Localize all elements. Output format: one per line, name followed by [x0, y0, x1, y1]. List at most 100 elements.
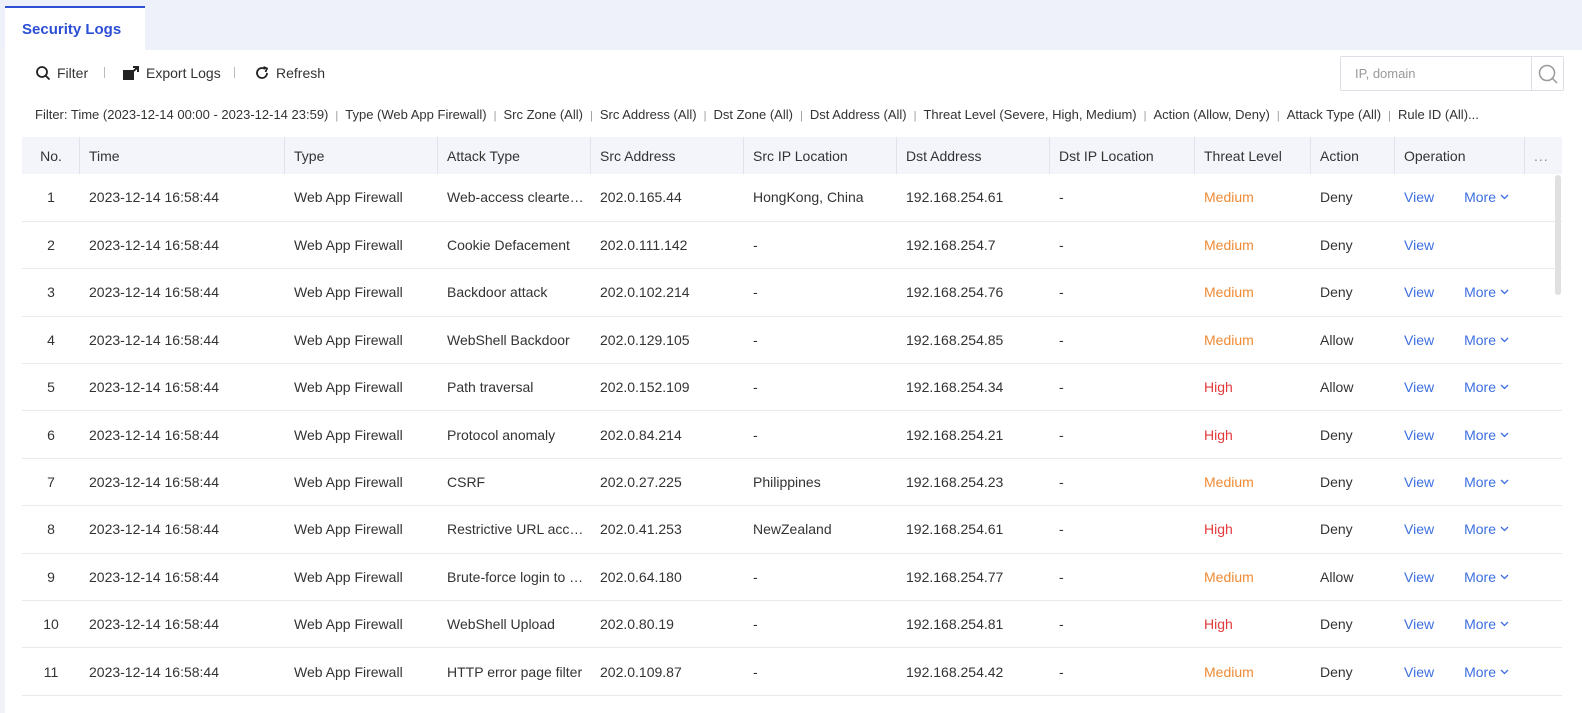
col-attack-type[interactable]: Attack Type	[438, 137, 591, 174]
cell-no: 10	[43, 616, 59, 633]
filter-dst-address: Dst Address (All)	[809, 107, 907, 122]
cell-empty	[1525, 364, 1562, 411]
divider	[104, 67, 105, 78]
more-dropdown[interactable]: More	[1464, 569, 1509, 585]
cell-action: Deny	[1320, 616, 1353, 633]
cell-action: Deny	[1320, 426, 1353, 443]
view-link[interactable]: View	[1404, 237, 1434, 253]
chevron-down-icon	[1500, 290, 1509, 295]
cell-dst-address: 192.168.254.21	[906, 426, 1004, 443]
cell-attack-type: Path traversal	[447, 379, 534, 396]
cell-src-address: 202.0.102.214	[600, 284, 690, 301]
col-src-address[interactable]: Src Address	[591, 137, 744, 174]
view-link[interactable]: View	[1404, 664, 1434, 680]
more-dropdown[interactable]: More	[1464, 284, 1509, 300]
cell-src-ip-location: -	[753, 284, 758, 301]
view-link[interactable]: View	[1404, 521, 1434, 537]
table-row[interactable]: 5 2023-12-14 16:58:44 Web App Firewall Path…	[22, 364, 1562, 411]
more-dropdown[interactable]: More	[1464, 379, 1509, 395]
more-dropdown[interactable]: More	[1464, 616, 1509, 632]
cell-empty	[1525, 411, 1562, 458]
more-label: More	[1464, 568, 1496, 585]
vertical-scrollbar[interactable]	[1555, 175, 1561, 295]
view-link[interactable]: View	[1404, 427, 1434, 443]
more-dropdown[interactable]: More	[1464, 427, 1509, 443]
cell-src-ip-location: HongKong, China	[753, 189, 864, 206]
cell-time: 2023-12-14 16:58:44	[89, 663, 219, 680]
more-label: More	[1464, 616, 1496, 633]
cell-threat-level: Medium	[1204, 284, 1254, 301]
more-dropdown[interactable]: More	[1464, 189, 1509, 205]
view-link[interactable]: View	[1404, 332, 1434, 348]
col-threat-level[interactable]: Threat Level	[1195, 137, 1311, 174]
column-settings-button[interactable]: ...	[1525, 137, 1562, 174]
table-row[interactable]: 7 2023-12-14 16:58:44 Web App Firewall CSRF…	[22, 458, 1562, 506]
cell-dst-ip-location: -	[1059, 616, 1064, 633]
more-dropdown[interactable]: More	[1464, 332, 1509, 348]
more-dropdown[interactable]: More	[1464, 664, 1509, 680]
tab-security-logs[interactable]: Security Logs	[5, 6, 145, 50]
col-type[interactable]: Type	[285, 137, 438, 174]
cell-dst-address: 192.168.254.81	[906, 616, 1004, 633]
table-row[interactable]: 4 2023-12-14 16:58:44 Web App Firewall WebS…	[22, 316, 1562, 364]
more-dropdown[interactable]: More	[1464, 521, 1509, 537]
cell-src-address: 202.0.152.109	[600, 379, 690, 396]
cell-dst-address: 192.168.254.76	[906, 284, 1004, 301]
col-no[interactable]: No.	[22, 137, 80, 174]
col-dst-ip-location[interactable]: Dst IP Location	[1050, 137, 1195, 174]
chevron-down-icon	[1500, 432, 1509, 438]
filter-button[interactable]: Filter	[35, 62, 88, 84]
cell-src-address: 202.0.64.180	[600, 568, 682, 585]
view-link[interactable]: View	[1404, 189, 1434, 205]
cell-action: Deny	[1320, 521, 1353, 538]
refresh-button[interactable]: Refresh	[254, 62, 325, 84]
filter-label: Filter	[57, 65, 89, 81]
cell-attack-type: Backdoor attack	[447, 284, 548, 301]
table-row[interactable]: 9 2023-12-14 16:58:44 Web App Firewall Brut…	[22, 553, 1562, 601]
search-box	[1340, 56, 1564, 91]
export-logs-button[interactable]: Export Logs	[122, 62, 221, 84]
cell-src-address: 202.0.27.225	[600, 474, 682, 491]
more-label: More	[1464, 474, 1496, 491]
cell-operation: View	[1395, 221, 1525, 268]
filter-time: Filter: Time (2023-12-14 00:00 - 2023-12…	[35, 107, 329, 122]
view-link[interactable]: View	[1404, 569, 1434, 585]
cell-dst-ip-location: -	[1059, 237, 1064, 254]
cell-type: Web App Firewall	[294, 189, 403, 206]
cell-action: Allow	[1320, 568, 1354, 585]
col-src-ip-location[interactable]: Src IP Location	[744, 137, 897, 174]
cell-type: Web App Firewall	[294, 379, 403, 396]
col-action[interactable]: Action	[1311, 137, 1395, 174]
table-row[interactable]: 11 2023-12-14 16:58:44 Web App Firewall HTT…	[22, 648, 1562, 696]
cell-src-address: 202.0.165.44	[600, 189, 682, 206]
cell-operation: View More	[1395, 411, 1525, 458]
view-link[interactable]: View	[1404, 379, 1434, 395]
col-time[interactable]: Time	[80, 137, 285, 174]
table-row[interactable]: 1 2023-12-14 16:58:44 Web App Firewall Web-…	[22, 174, 1562, 222]
more-dropdown[interactable]: More	[1464, 474, 1509, 490]
cell-src-address: 202.0.109.87	[600, 663, 682, 680]
view-link[interactable]: View	[1404, 616, 1434, 632]
table-row[interactable]: 2 2023-12-14 16:58:44 Web App Firewall Cook…	[22, 221, 1562, 269]
search-input[interactable]	[1341, 57, 1531, 90]
cell-threat-level: High	[1204, 521, 1233, 538]
chevron-down-icon	[1500, 384, 1509, 390]
search-icon[interactable]	[1537, 63, 1559, 85]
cell-time: 2023-12-14 16:58:44	[89, 521, 219, 538]
export-icon	[123, 66, 139, 80]
cell-time: 2023-12-14 16:58:44	[89, 379, 219, 396]
more-columns-icon[interactable]: ...	[1534, 148, 1549, 164]
filter-type: Type (Web App Firewall)	[345, 107, 487, 122]
view-link[interactable]: View	[1404, 284, 1434, 300]
view-link[interactable]: View	[1404, 474, 1434, 490]
table-row[interactable]: 8 2023-12-14 16:58:44 Web App Firewall Rest…	[22, 506, 1562, 554]
table-row[interactable]: 10 2023-12-14 16:58:44 Web App Firewall Web…	[22, 601, 1562, 648]
filter-rule-id: Rule ID (All)...	[1397, 107, 1479, 122]
table-row[interactable]: 6 2023-12-14 16:58:44 Web App Firewall Prot…	[22, 411, 1562, 459]
col-dst-address[interactable]: Dst Address	[897, 137, 1050, 174]
cell-type: Web App Firewall	[294, 426, 403, 443]
cell-attack-type: Protocol anomaly	[447, 426, 556, 443]
cell-dst-ip-location: -	[1059, 426, 1064, 443]
chevron-down-icon	[1500, 194, 1509, 200]
table-row[interactable]: 3 2023-12-14 16:58:44 Web App Firewall Back…	[22, 269, 1562, 317]
